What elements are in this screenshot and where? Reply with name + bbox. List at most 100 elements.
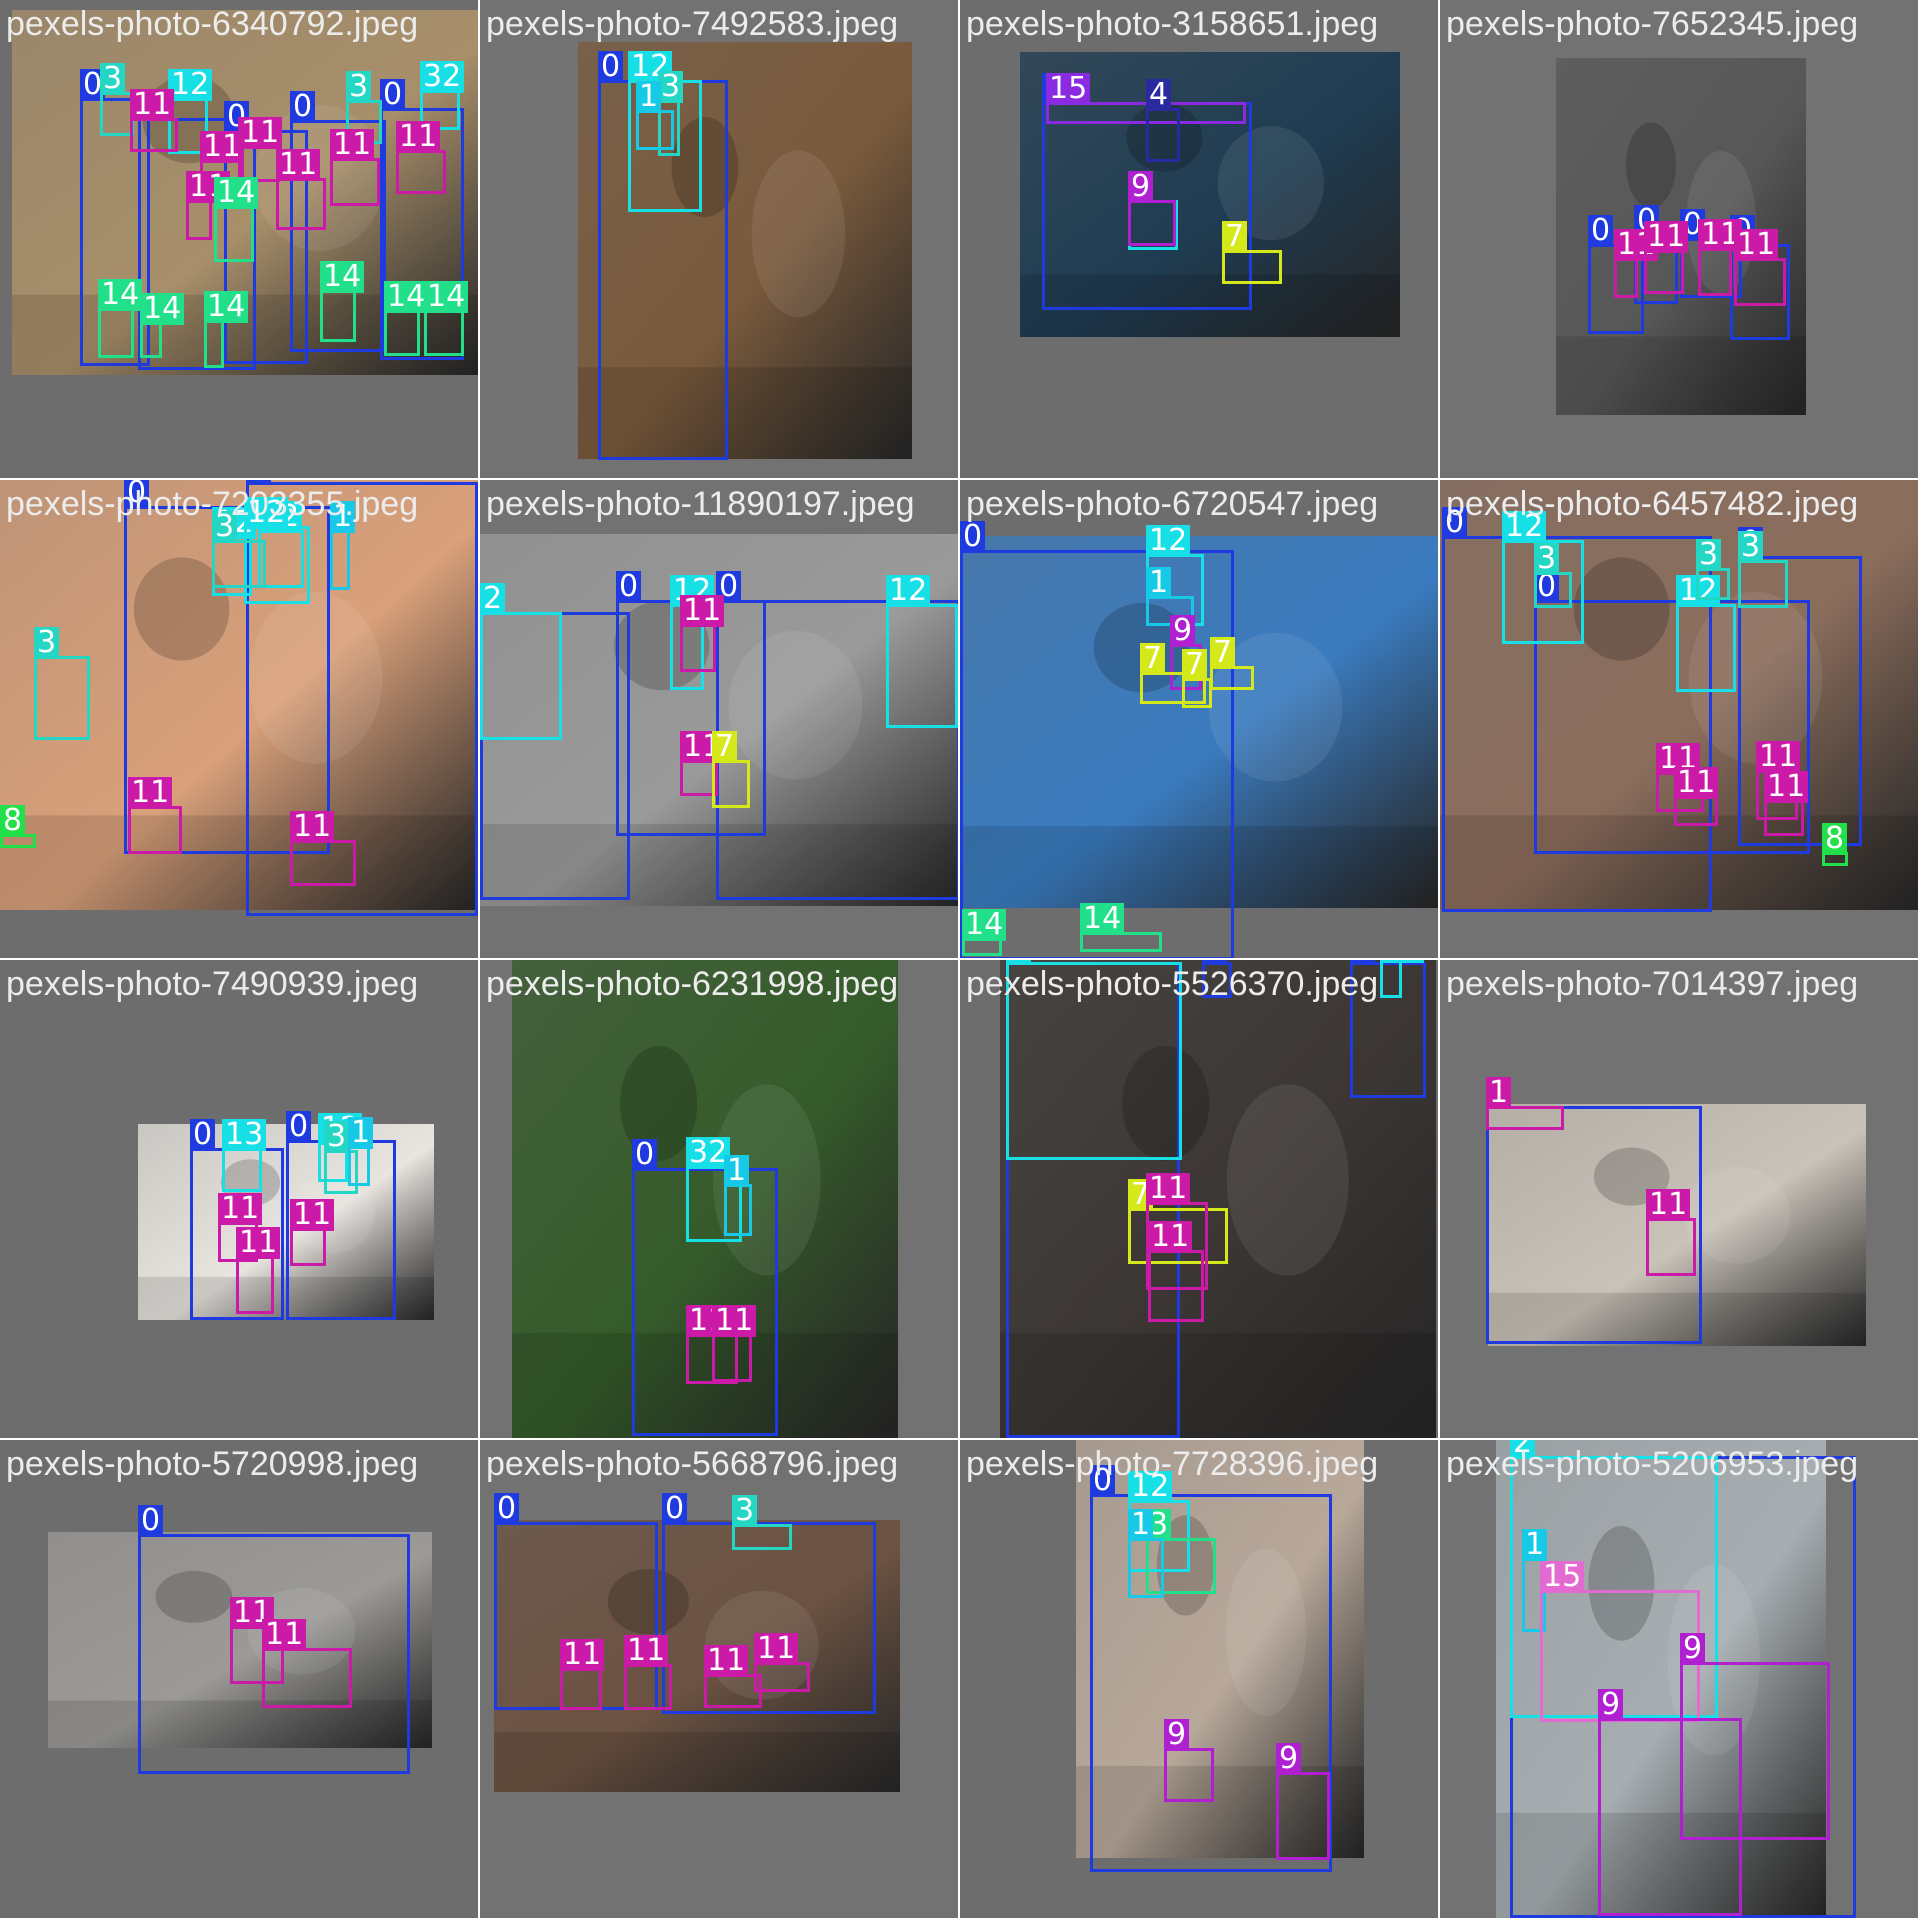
- detection-box: 12: [1380, 960, 1425, 998]
- detection-box: 9: [1276, 1743, 1330, 1860]
- detection-class-label: 11: [624, 1635, 669, 1667]
- image-tile: pexels-photo-6720547.jpeg 0 12 1 9 7 7 7 14 14: [960, 480, 1438, 958]
- detection-box: 14: [214, 177, 259, 262]
- detection-box: 11: [262, 1619, 352, 1708]
- detection-class-label: 9: [1598, 1689, 1624, 1721]
- detection-box: 4: [1146, 79, 1180, 162]
- detection-class-label: 11: [218, 1193, 263, 1225]
- detection-class-label: 9: [1128, 171, 1154, 203]
- detection-class-label: 3: [34, 627, 60, 659]
- detection-box: 11: [276, 149, 326, 230]
- detection-class-label: 11: [290, 1199, 335, 1231]
- detection-class-label: 3: [658, 71, 684, 103]
- detection-class-label: 1: [348, 1117, 374, 1149]
- detection-box: 11: [1698, 219, 1743, 296]
- detection-class-label: 4: [1146, 79, 1172, 111]
- image-tile: pexels-photo-6231998.jpeg 0 32 1 11 11: [480, 960, 958, 1438]
- detection-class-label: 14: [1080, 903, 1125, 935]
- tile-filename: pexels-photo-5720998.jpeg: [6, 1445, 419, 1483]
- detection-class-label: 11: [330, 129, 375, 161]
- detection-class-label: 11: [128, 777, 173, 809]
- detection-box: 11: [290, 1199, 335, 1266]
- detection-box: 3: [100, 63, 134, 136]
- image-tile: pexels-photo-3158651.jpeg0154297: [960, 0, 1438, 478]
- tile-filename: pexels-photo-3158651.jpeg: [966, 5, 1379, 43]
- image-tile: pexels-photo-5206953.jpeg0211599: [1440, 1440, 1918, 1918]
- detection-box: 9: [1128, 171, 1176, 246]
- detection-class-label: 0: [380, 79, 406, 111]
- tile-filename: pexels-photo-7652345.jpeg: [1446, 5, 1859, 43]
- detection-box: 1: [1128, 1509, 1164, 1598]
- detection-class-label: 0: [290, 91, 316, 123]
- detection-class-label: 12: [886, 575, 931, 607]
- detection-box: 11: [1764, 771, 1809, 836]
- detection-class-label: 3: [732, 1495, 758, 1527]
- detection-box: 14: [424, 281, 469, 356]
- detection-class-label: 1: [1128, 1509, 1154, 1541]
- tile-filename: pexels-photo-7014397.jpeg: [1446, 965, 1859, 1003]
- detection-class-label: 0: [190, 1119, 216, 1151]
- detection-class-label: 11: [1644, 221, 1689, 253]
- detection-class-label: 11: [712, 1305, 757, 1337]
- detection-class-label: 0: [1588, 215, 1614, 247]
- detection-class-label: 11: [236, 1227, 281, 1259]
- detection-class-label: 3: [324, 1121, 350, 1153]
- detection-box: 8: [0, 805, 36, 848]
- detection-box: 9: [1598, 1689, 1742, 1916]
- image-tile: pexels-photo-5668796.jpeg 0 0 3 11 11 11 11: [480, 1440, 958, 1918]
- detection-class-label: 11: [396, 121, 441, 153]
- tile-filename: pexels-photo-6231998.jpeg: [486, 965, 899, 1003]
- detection-class-label: 14: [424, 281, 469, 313]
- tile-filename: pexels-photo-11890197.jpeg: [486, 485, 915, 523]
- detection-class-label: 3: [100, 63, 126, 95]
- detection-class-label: 14: [962, 909, 1007, 941]
- detection-class-label: 0: [632, 1139, 658, 1171]
- detection-box: 11: [1614, 229, 1659, 298]
- detection-box: 11: [1674, 767, 1719, 826]
- detection-box: 3: [1738, 531, 1788, 608]
- detection-box: 14: [204, 291, 249, 368]
- detection-class-label: 11: [1148, 1221, 1193, 1253]
- detection-box: 14: [384, 281, 429, 356]
- detection-class-label: 9: [1164, 1719, 1190, 1751]
- detection-class-label: 11: [276, 149, 321, 181]
- detection-box: 14: [98, 279, 143, 358]
- detection-class-label: 2: [480, 583, 506, 615]
- detection-box: 1: [724, 1155, 752, 1236]
- detection-box: 3: [1534, 543, 1572, 608]
- detection-box: 3: [34, 627, 90, 740]
- tile-filename: pexels-photo-7203355.jpeg: [6, 485, 419, 523]
- image-tile: pexels-photo-7014397.jpeg0111: [1440, 960, 1918, 1438]
- detection-box: 7: [1182, 649, 1212, 708]
- tile-filename: pexels-photo-7728396.jpeg: [966, 1445, 1379, 1483]
- detection-box: 11: [236, 1227, 281, 1314]
- tile-filename: pexels-photo-5526370.jpeg: [966, 965, 1379, 1003]
- detection-class-label: 9: [1680, 1633, 1706, 1665]
- detection-class-label: 0: [494, 1493, 520, 1525]
- image-tile: pexels-photo-7490939.jpeg00131231111111: [0, 960, 478, 1438]
- detection-class-label: 3: [1696, 539, 1722, 571]
- detection-box: 3: [1696, 539, 1730, 600]
- detection-box: 12: [886, 575, 958, 728]
- detection-box: 14: [320, 261, 365, 342]
- detection-class-label: 7: [1222, 221, 1248, 253]
- detection-class-label: 11: [1764, 771, 1809, 803]
- detection-box: 7: [1210, 637, 1254, 690]
- tile-filename: pexels-photo-6457482.jpeg: [1446, 485, 1859, 523]
- detection-class-label: 1: [724, 1155, 750, 1187]
- detection-class-label: 9: [1276, 1743, 1302, 1775]
- detection-class-label: 11: [290, 811, 335, 843]
- detection-box: 11: [754, 1633, 810, 1692]
- detection-box: 11: [396, 121, 446, 194]
- image-tile: pexels-photo-11890197.jpeg0002121211117: [480, 480, 958, 958]
- detection-box: 11: [330, 129, 380, 206]
- detection-box: 3: [212, 511, 266, 588]
- detection-class-label: 7: [1182, 649, 1208, 681]
- detection-box: 1: [330, 501, 356, 590]
- detection-class-label: 1: [636, 81, 662, 113]
- detection-box: 11: [130, 89, 178, 152]
- detection-box: 14: [962, 909, 1007, 956]
- detection-class-label: 11: [262, 1619, 307, 1651]
- detection-class-label: 11: [1646, 1189, 1691, 1221]
- detection-class-label: 7: [1140, 643, 1166, 675]
